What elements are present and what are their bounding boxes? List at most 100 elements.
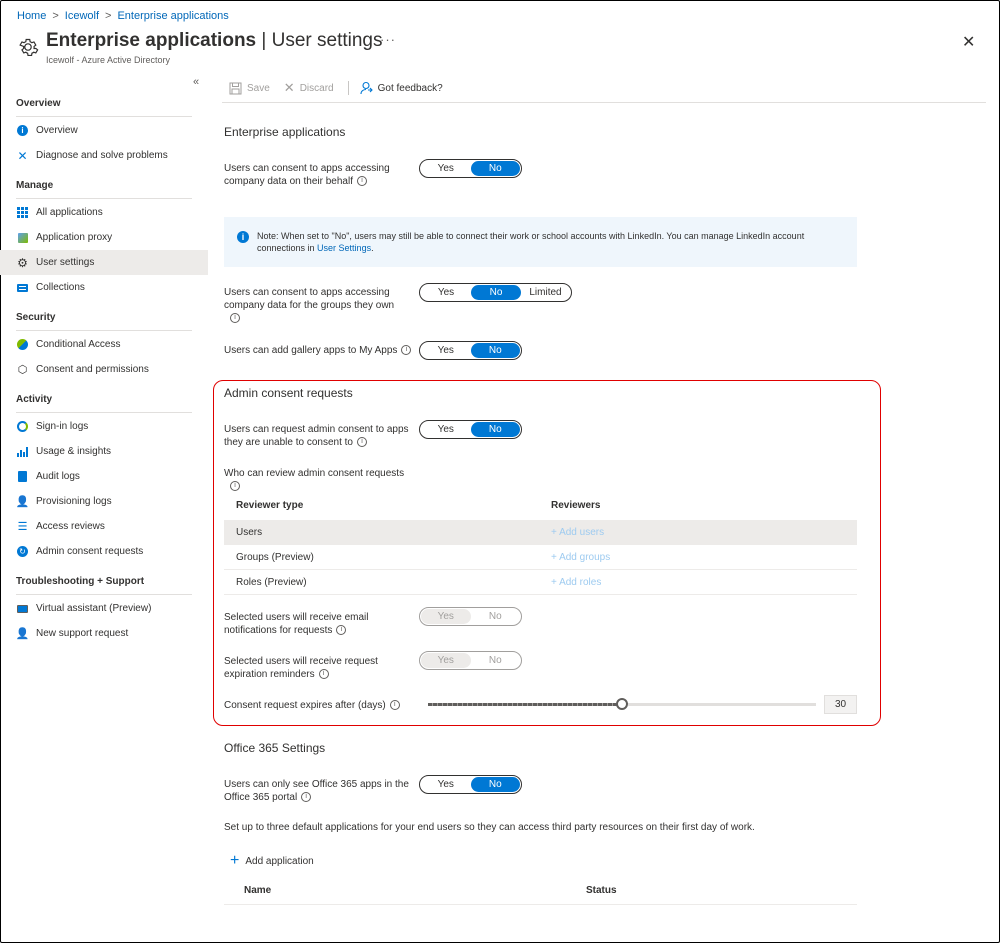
sidebar-item-admin-consent-requests[interactable]: ↻ Admin consent requests: [0, 539, 208, 564]
toggle-option-no[interactable]: No: [471, 285, 521, 300]
sidebar-item-virtual-assistant-preview[interactable]: Virtual assistant (Preview): [0, 596, 208, 621]
info-icon[interactable]: i: [230, 313, 240, 324]
expires-after-label: Consent request expires after (days) i: [224, 699, 400, 712]
sidebar-item-usage-insights[interactable]: Usage & insights: [0, 439, 208, 464]
breadcrumb-home[interactable]: Home: [17, 10, 46, 22]
save-button[interactable]: Save: [229, 82, 270, 95]
expires-value-box[interactable]: 30: [824, 695, 857, 714]
add-application-label: Add application: [245, 855, 314, 867]
sidebar-item-label: Diagnose and solve problems: [36, 150, 168, 161]
toggle-option-yes[interactable]: Yes: [421, 422, 471, 437]
collapse-sidebar-icon[interactable]: «: [193, 76, 199, 88]
sidebar-item-all-applications[interactable]: All applications: [0, 200, 208, 225]
expires-slider[interactable]: [428, 698, 816, 710]
info-icon[interactable]: i: [389, 700, 400, 711]
office-only-toggle[interactable]: Yes No: [419, 775, 522, 794]
feedback-button[interactable]: Got feedback?: [359, 81, 443, 95]
sidebar-item-overview[interactable]: i Overview: [0, 118, 208, 143]
sidebar-item-sign-in-logs[interactable]: Sign-in logs: [0, 414, 208, 439]
add-users-link[interactable]: + Add users: [551, 527, 604, 538]
person-icon: 👤: [15, 496, 30, 508]
info-icon[interactable]: i: [356, 437, 367, 448]
sidebar-item-consent-and-permissions[interactable]: ⬡ Consent and permissions: [0, 357, 208, 382]
slider-thumb[interactable]: [616, 698, 628, 710]
toggle-option-no[interactable]: No: [471, 609, 521, 624]
breadcrumb-icewolf[interactable]: Icewolf: [65, 10, 99, 22]
sidebar-item-diagnose-and-solve-problems[interactable]: ✕ Diagnose and solve problems: [0, 143, 208, 168]
toggle-option-yes[interactable]: Yes: [421, 285, 471, 300]
feedback-icon: [360, 81, 373, 95]
request-consent-toggle[interactable]: Yes No: [419, 420, 522, 439]
sidebar-item-label: User settings: [36, 257, 95, 268]
discard-button[interactable]: ✕ Discard: [284, 80, 334, 96]
info-icon[interactable]: i: [336, 625, 347, 636]
toggle-option-yes[interactable]: Yes: [421, 161, 471, 176]
monitor-icon: [16, 602, 29, 615]
section-heading-office365: Office 365 Settings: [224, 741, 326, 755]
who-can-review-label: Who can review admin consent requests i: [224, 467, 424, 493]
chart-icon: [16, 445, 29, 458]
sidebar-item-user-settings[interactable]: ⚙ User settings: [0, 250, 208, 275]
toggle-option-yes[interactable]: Yes: [421, 343, 471, 358]
sidebar-item-access-reviews[interactable]: ☰ Access reviews: [0, 514, 208, 539]
sidebar-heading-activity: Activity: [16, 394, 53, 405]
expiration-reminders-toggle[interactable]: Yes No: [419, 651, 522, 670]
reviewer-row-groups: Groups (Preview) + Add groups: [224, 545, 857, 570]
info-icon[interactable]: i: [318, 669, 329, 680]
info-icon[interactable]: i: [401, 345, 412, 356]
column-header-reviewers: Reviewers: [551, 500, 601, 511]
sidebar-item-provisioning-logs[interactable]: 👤 Provisioning logs: [0, 489, 208, 514]
groups-consent-toggle[interactable]: Yes No Limited: [419, 283, 572, 302]
sidebar-divider: [16, 116, 192, 117]
toggle-option-yes[interactable]: Yes: [421, 653, 471, 668]
gallery-apps-toggle[interactable]: Yes No: [419, 341, 522, 360]
save-label: Save: [247, 82, 270, 94]
toolbar-divider: [347, 81, 349, 95]
toggle-option-no[interactable]: No: [470, 161, 520, 176]
section-heading-enterprise: Enterprise applications: [224, 125, 346, 139]
gallery-apps-label: Users can add gallery apps to My Apps i: [224, 344, 424, 357]
toggle-option-no[interactable]: No: [471, 653, 521, 668]
email-notifications-toggle[interactable]: Yes No: [419, 607, 522, 626]
toggle-option-no[interactable]: No: [470, 777, 520, 792]
info-icon[interactable]: i: [356, 176, 367, 187]
add-roles-link[interactable]: + Add roles: [551, 577, 601, 588]
toggle-option-limited[interactable]: Limited: [521, 285, 570, 300]
info-icon[interactable]: i: [230, 481, 240, 492]
office-only-label-text: Users can only see Office 365 apps in th…: [224, 779, 409, 803]
breadcrumb-enterprise-applications[interactable]: Enterprise applications: [117, 10, 228, 22]
office-only-label: Users can only see Office 365 apps in th…: [224, 778, 414, 804]
page-title-separator: |: [256, 30, 272, 51]
info-icon[interactable]: i: [301, 792, 312, 803]
column-header-name: Name: [244, 885, 272, 896]
sidebar-item-audit-logs[interactable]: Audit logs: [0, 464, 208, 489]
sidebar-item-conditional-access[interactable]: Conditional Access: [0, 332, 208, 357]
sidebar-item-label: Conditional Access: [36, 339, 121, 350]
close-icon[interactable]: ✕: [962, 32, 975, 52]
toggle-option-no[interactable]: No: [470, 343, 520, 358]
sidebar-item-new-support-request[interactable]: 👤 New support request: [0, 621, 208, 646]
sidebar-divider: [16, 594, 192, 595]
support-icon: 👤: [15, 628, 30, 640]
groups-consent-label: Users can consent to apps accessing comp…: [224, 286, 409, 325]
add-groups-link[interactable]: + Add groups: [551, 552, 610, 563]
slider-fill: [428, 703, 622, 706]
grid-icon: [16, 206, 29, 219]
email-notifications-label-text: Selected users will receive email notifi…: [224, 612, 369, 636]
toggle-option-no[interactable]: No: [470, 422, 520, 437]
user-settings-link[interactable]: User Settings: [317, 243, 371, 253]
more-options-icon[interactable]: ···: [380, 32, 396, 47]
discard-label: Discard: [299, 82, 334, 94]
reviewer-type-cell: Roles (Preview): [236, 577, 307, 588]
sidebar-heading-manage: Manage: [16, 180, 54, 191]
sidebar-item-label: Admin consent requests: [36, 546, 144, 557]
toggle-option-yes[interactable]: Yes: [421, 777, 471, 792]
sidebar-heading-support: Troubleshooting + Support: [16, 576, 145, 587]
consent-toggle[interactable]: Yes No: [419, 159, 522, 178]
groups-consent-label-text: Users can consent to apps accessing comp…: [224, 287, 395, 311]
sidebar-item-collections[interactable]: Collections: [0, 275, 208, 300]
sidebar-item-application-proxy[interactable]: Application proxy: [0, 225, 208, 250]
toggle-option-yes[interactable]: Yes: [421, 609, 471, 624]
add-application-button[interactable]: + Add application: [230, 853, 314, 869]
signin-icon: [16, 420, 29, 433]
